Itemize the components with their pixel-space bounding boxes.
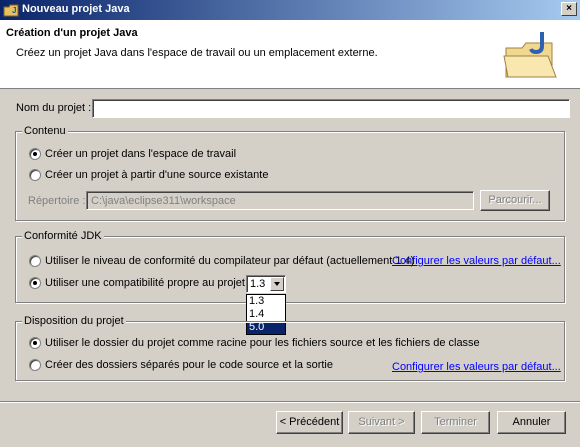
jdk-group-title: Conformité JDK (22, 230, 104, 242)
window-title: Nouveau projet Java (22, 3, 130, 15)
radio-separate-folders[interactable] (29, 359, 41, 371)
finish-button[interactable]: Terminer (421, 411, 490, 434)
configure-defaults-link-jdk[interactable]: Configurer les valeurs par défaut... (392, 255, 561, 267)
radio-default-compliance[interactable] (29, 255, 41, 267)
option-root-label[interactable]: Utiliser le dossier du projet comme raci… (45, 337, 480, 349)
cancel-button[interactable]: Annuler (497, 411, 566, 434)
close-button[interactable]: × (561, 2, 577, 16)
dropdown-option[interactable]: 1.4 (247, 308, 285, 321)
next-button[interactable]: Suivant > (348, 411, 415, 434)
radio-create-in-workspace[interactable] (29, 148, 41, 160)
radio-create-from-source[interactable] (29, 169, 41, 181)
radio-project-compliance[interactable] (29, 277, 41, 289)
option-workspace-label[interactable]: Créer un projet dans l'espace de travail (45, 148, 236, 160)
option-default-compliance-label[interactable]: Utiliser le niveau de conformité du comp… (45, 255, 414, 267)
layout-group-title: Disposition du projet (22, 315, 126, 327)
folder-java-icon (503, 32, 557, 78)
back-button[interactable]: < Précédent (276, 411, 343, 434)
banner-title: Création d'un projet Java (6, 27, 138, 39)
content-group-title: Contenu (22, 125, 68, 137)
jdk-compliance-group: Conformité JDK (15, 230, 565, 303)
compliance-level-select[interactable]: 1.3 (246, 275, 286, 293)
compliance-selected-value: 1.3 (250, 278, 266, 290)
project-name-label: Nom du projet : (16, 102, 92, 114)
footer-separator (0, 401, 580, 403)
title-bar: J Nouveau projet Java × (0, 0, 580, 20)
java-project-icon: J (3, 4, 19, 17)
option-separate-label[interactable]: Créer des dossiers séparés pour le code … (45, 359, 333, 371)
banner-description: Créez un projet Java dans l'espace de tr… (16, 47, 378, 59)
browse-button[interactable]: Parcourir... (480, 190, 550, 211)
dropdown-option[interactable]: 1.3 (247, 295, 285, 308)
svg-text:J: J (12, 6, 16, 15)
directory-label: Répertoire : (28, 195, 86, 207)
directory-input[interactable]: C:\java\eclipse311\workspace (86, 191, 474, 210)
wizard-banner: Création d'un projet Java Créez un proje… (0, 20, 580, 89)
chevron-down-icon[interactable] (270, 277, 284, 291)
configure-defaults-link-layout[interactable]: Configurer les valeurs par défaut... (392, 361, 561, 373)
radio-project-folder-root[interactable] (29, 337, 41, 349)
project-name-input[interactable] (92, 99, 570, 118)
option-external-label[interactable]: Créer un projet à partir d'une source ex… (45, 169, 268, 181)
option-project-compliance-label[interactable]: Utiliser une compatibilité propre au pro… (45, 277, 251, 289)
